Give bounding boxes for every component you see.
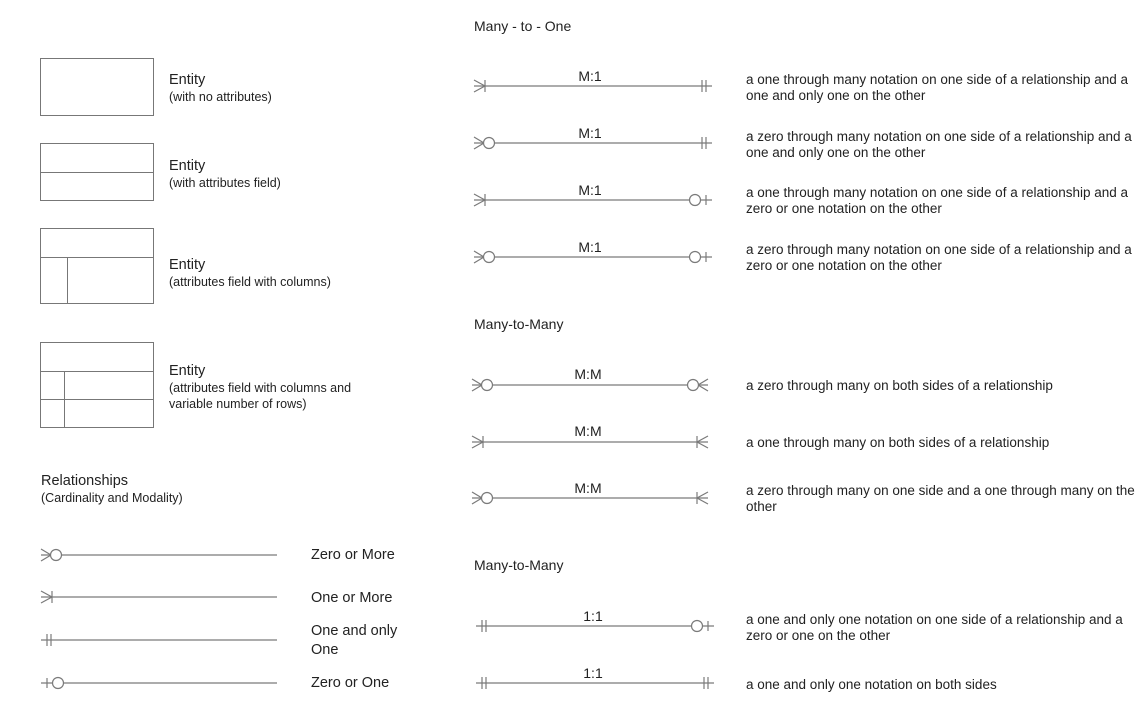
legend-connector-one-and-only-one xyxy=(41,634,277,646)
zero-or-more-symbol-icon xyxy=(482,250,496,264)
relationship-connector xyxy=(471,491,709,505)
zero-or-more-symbol-icon xyxy=(686,378,700,392)
legend-connector-zero-or-one xyxy=(41,676,277,690)
relationship-connector xyxy=(473,79,712,93)
zero-or-more-symbol-icon xyxy=(482,136,496,150)
relationship-connector xyxy=(476,677,714,689)
zero-or-more-symbol-icon xyxy=(480,491,494,505)
connector-canvas xyxy=(40,79,714,690)
zero-or-one-symbol-icon xyxy=(688,250,702,264)
zero-or-more-symbol-icon xyxy=(480,378,494,392)
zero-or-one-symbol-icon xyxy=(688,193,702,207)
relationship-connector xyxy=(473,250,712,264)
zero-or-one-symbol-icon xyxy=(51,676,65,690)
zero-or-more-symbol-icon xyxy=(49,548,63,562)
legend-connector-zero-or-more xyxy=(40,548,277,562)
relationship-connector xyxy=(471,378,709,392)
relationship-connector xyxy=(471,435,709,449)
relationship-connector xyxy=(476,619,714,633)
zero-or-one-symbol-icon xyxy=(690,619,704,633)
legend-connector-one-or-more xyxy=(40,590,277,604)
relationship-connector xyxy=(473,136,712,150)
relationship-connector xyxy=(473,193,712,207)
